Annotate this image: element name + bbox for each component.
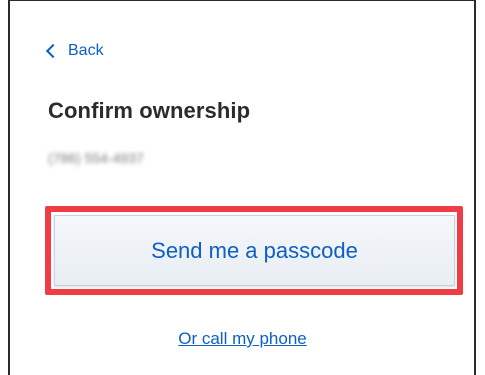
chevron-left-icon [45, 43, 61, 59]
page-title: Confirm ownership [48, 98, 251, 123]
call-my-phone-link[interactable]: Or call my phone [0, 329, 485, 349]
back-link-label: Back [68, 42, 104, 59]
back-link[interactable]: Back [45, 42, 104, 60]
send-passcode-button[interactable]: Send me a passcode [54, 215, 455, 286]
phone-number-blurred: (786) 554-4937 [48, 150, 144, 166]
